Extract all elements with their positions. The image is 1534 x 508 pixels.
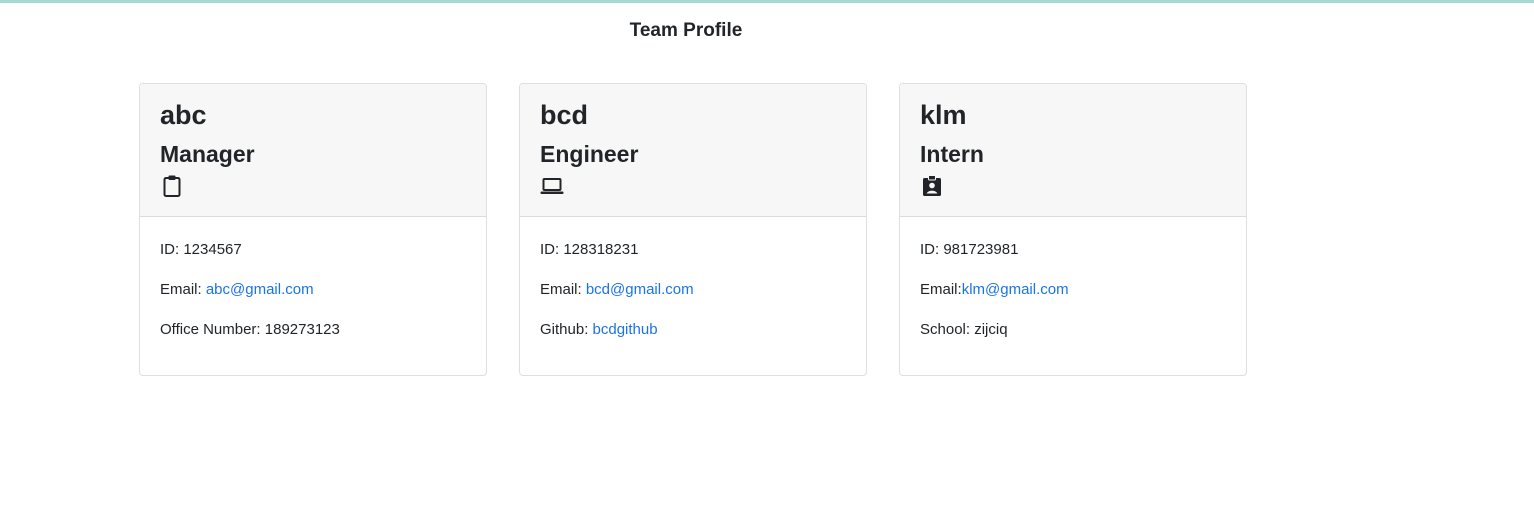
github-link[interactable]: bcdgithub: [593, 321, 658, 338]
card-header: klm Intern: [900, 84, 1246, 217]
employee-email: Email: abc@gmail.com: [160, 281, 314, 298]
employee-name: abc: [160, 100, 207, 130]
employee-name: klm: [920, 100, 967, 130]
top-accent-bar: [0, 0, 1534, 3]
employee-email: Email: bcd@gmail.com: [540, 281, 694, 298]
employee-card-manager: abc Manager ID: 1234567 Email: abc@gmail…: [139, 83, 487, 376]
employee-role: Manager: [160, 141, 255, 167]
school: School: zijciq: [920, 321, 1008, 338]
clipboard-icon: [160, 174, 184, 198]
github: Github: bcdgithub: [540, 321, 658, 338]
employee-id: ID: 981723981: [920, 241, 1019, 258]
card-header: bcd Engineer: [520, 84, 866, 217]
employee-role: Engineer: [540, 141, 639, 167]
laptop-icon: [540, 174, 564, 198]
employee-name: bcd: [540, 100, 589, 130]
employee-id: ID: 128318231: [540, 241, 639, 258]
page-title: Team Profile: [629, 20, 743, 41]
email-link[interactable]: bcd@gmail.com: [586, 281, 694, 298]
email-link[interactable]: klm@gmail.com: [962, 281, 1069, 298]
email-link[interactable]: abc@gmail.com: [206, 281, 314, 298]
id-badge-icon: [920, 174, 944, 198]
office-number: Office Number: 189273123: [160, 321, 340, 338]
employee-id: ID: 1234567: [160, 241, 242, 258]
card-header: abc Manager: [140, 84, 486, 217]
employee-role: Intern: [920, 141, 984, 167]
employee-card-engineer: bcd Engineer ID: 128318231 Email: bcd@gm…: [519, 83, 867, 376]
employee-card-intern: klm Intern ID: 981723981 Email:klm@gmail…: [899, 83, 1247, 376]
employee-email: Email:klm@gmail.com: [920, 281, 1069, 298]
